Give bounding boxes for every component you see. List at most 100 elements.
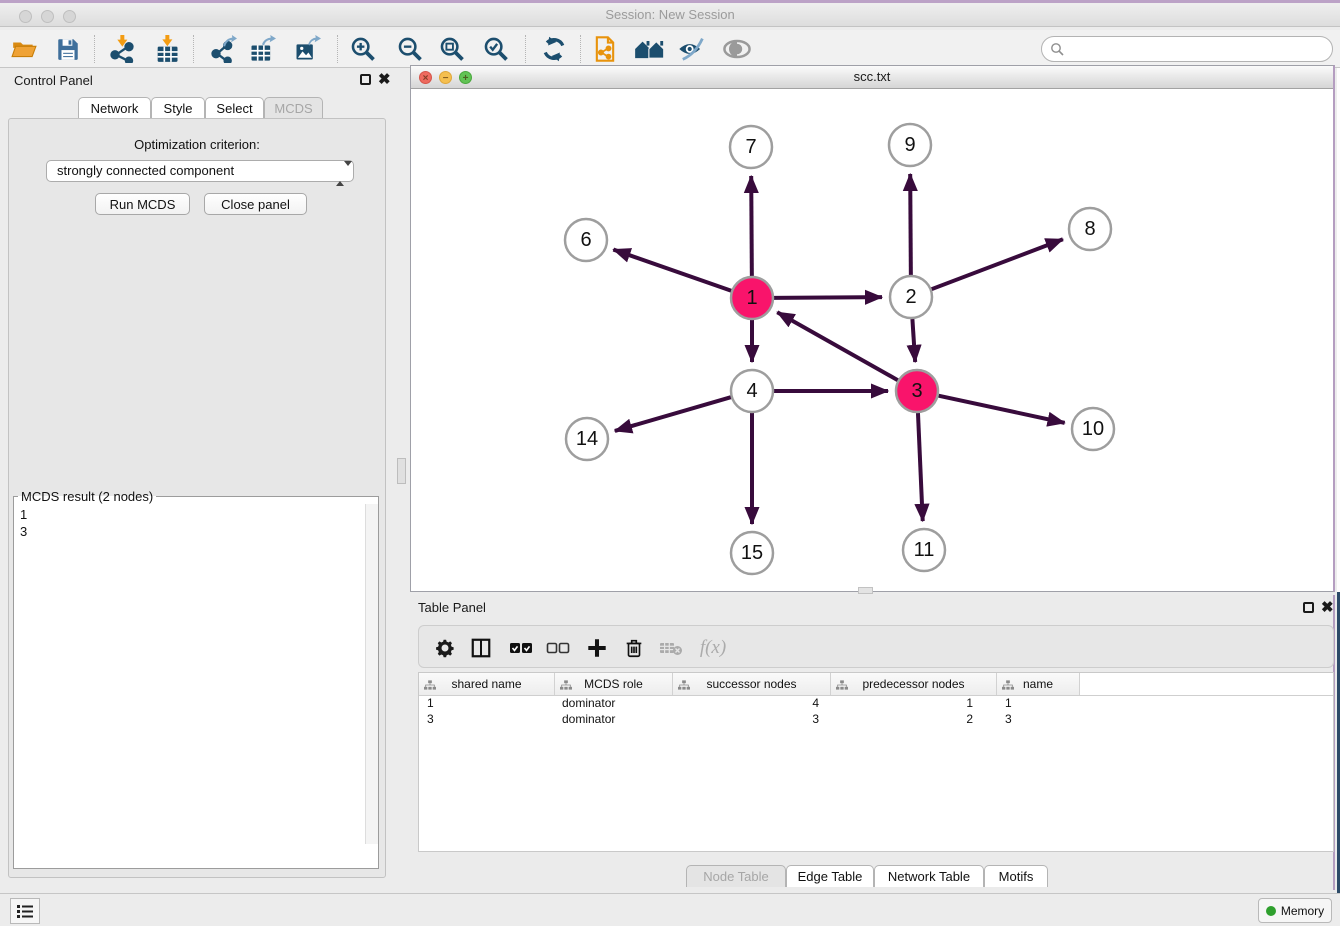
table-header-row: shared nameMCDS rolesuccessor nodesprede… [419, 673, 1333, 696]
graph-node-label-14: 14 [576, 428, 598, 450]
graph-edge-1-6[interactable] [613, 250, 731, 291]
graph-edge-2-3[interactable] [912, 319, 915, 362]
network-minimize-icon[interactable]: − [439, 71, 452, 84]
main-toolbar [0, 30, 1340, 68]
memory-label: Memory [1281, 904, 1324, 918]
column-tree-icon [1002, 679, 1014, 693]
export-table-icon[interactable] [244, 32, 280, 66]
graph-edge-3-10[interactable] [939, 396, 1065, 423]
tab-motifs[interactable]: Motifs [984, 865, 1048, 887]
run-mcds-button[interactable]: Run MCDS [95, 193, 190, 215]
column-header-name[interactable]: name [997, 673, 1080, 695]
close-table-icon[interactable]: ✖ [1321, 602, 1334, 613]
result-scrollbar[interactable] [365, 504, 378, 844]
graph-edge-2-8[interactable] [932, 239, 1063, 289]
graph-edge-1-2[interactable] [774, 297, 882, 298]
import-table-icon[interactable] [149, 32, 185, 66]
mcds-result-item: 3 [20, 523, 364, 540]
horizontal-splitter-handle[interactable] [858, 587, 873, 594]
refresh-view-icon[interactable] [536, 32, 572, 66]
column-header-shared-name[interactable]: shared name [419, 673, 555, 695]
tab-style[interactable]: Style [151, 97, 205, 119]
save-session-icon[interactable] [50, 32, 86, 66]
delete-column-trash-icon[interactable] [618, 632, 650, 664]
import-network-icon[interactable] [104, 32, 140, 66]
hide-graphics-details-icon[interactable] [674, 32, 710, 66]
column-header-successor-nodes[interactable]: successor nodes [673, 673, 831, 695]
close-panel-icon[interactable]: ✖ [378, 74, 391, 85]
toolbar-separator [193, 35, 194, 63]
graph-node-label-10: 10 [1082, 418, 1104, 440]
table-row[interactable]: 1dominator411 [419, 696, 1333, 712]
control-panel: Control Panel ✖ NetworkStyleSelectMCDS O… [0, 68, 394, 884]
search-input[interactable] [1064, 42, 1332, 57]
tab-node-table[interactable]: Node Table [686, 865, 786, 887]
table-settings-gear-icon[interactable] [429, 632, 461, 664]
function-builder-icon[interactable]: f(x) [693, 632, 733, 664]
search-field[interactable] [1041, 36, 1333, 62]
table-panel-title: Table Panel [418, 600, 486, 615]
table-toolbar: f(x) [418, 625, 1334, 668]
session-title: Session: New Session [0, 3, 1340, 27]
export-image-icon[interactable] [289, 32, 325, 66]
network-file-icon[interactable] [587, 32, 623, 66]
network-view-window: × − + scc.txt 7968124314101511 [410, 65, 1335, 592]
zoom-selected-icon[interactable] [478, 32, 514, 66]
tab-network-table[interactable]: Network Table [874, 865, 984, 887]
table-row[interactable]: 3dominator323 [419, 712, 1333, 728]
network-close-icon[interactable]: × [419, 71, 432, 84]
float-panel-icon[interactable] [360, 74, 371, 85]
mcds-result-list: 13 [14, 504, 364, 844]
tab-network[interactable]: Network [78, 97, 151, 119]
cell-predecessor-nodes: 1 [831, 696, 997, 712]
float-table-icon[interactable] [1303, 602, 1314, 613]
network-window-titlebar: × − + scc.txt [411, 66, 1333, 89]
delete-table-icon[interactable] [655, 632, 687, 664]
select-all-icon[interactable] [505, 632, 537, 664]
criterion-select[interactable]: strongly connected component [46, 160, 354, 182]
graph-edge-2-9[interactable] [910, 174, 911, 275]
graph-node-label-6: 6 [580, 229, 591, 251]
home-layout-icon[interactable] [632, 32, 668, 66]
toolbar-separator [580, 35, 581, 63]
network-maximize-icon[interactable]: + [459, 71, 472, 84]
graph-edge-3-1[interactable] [777, 312, 898, 380]
toolbar-separator [525, 35, 526, 63]
graph-edge-1-7[interactable] [751, 176, 752, 276]
zoom-fit-icon[interactable] [434, 32, 470, 66]
open-session-icon[interactable] [6, 32, 42, 66]
table-body: 1dominator4113dominator323 [419, 696, 1333, 728]
tab-select[interactable]: Select [205, 97, 264, 119]
window-minimize-icon[interactable] [41, 10, 54, 23]
graph-node-label-1: 1 [746, 287, 757, 309]
control-panel-header: Control Panel ✖ [0, 68, 394, 94]
control-panel-title: Control Panel [14, 73, 93, 88]
cell-successor-nodes: 4 [673, 696, 831, 712]
control-panel-tabs: NetworkStyleSelectMCDS [0, 97, 394, 119]
criterion-value: strongly connected component [57, 163, 234, 178]
memory-button[interactable]: Memory [1258, 898, 1332, 923]
graph-edge-4-14[interactable] [615, 397, 731, 431]
export-network-icon[interactable] [205, 32, 241, 66]
tab-edge-table[interactable]: Edge Table [786, 865, 874, 887]
automation-panel-icon[interactable] [10, 898, 40, 924]
toolbar-separator [337, 35, 338, 63]
column-header-mcds-role[interactable]: MCDS role [555, 673, 673, 695]
column-header-predecessor-nodes[interactable]: predecessor nodes [831, 673, 997, 695]
network-canvas[interactable]: 7968124314101511 [411, 89, 1332, 590]
create-column-plus-icon[interactable] [581, 632, 613, 664]
cell-mcds-role: dominator [555, 696, 673, 712]
graph-node-label-15: 15 [741, 542, 763, 564]
window-close-icon[interactable] [19, 10, 32, 23]
deselect-all-icon[interactable] [542, 632, 574, 664]
splitter-handle[interactable] [397, 458, 406, 484]
mcds-result-title: MCDS result (2 nodes) [18, 489, 156, 504]
column-tree-icon [560, 679, 572, 693]
zoom-in-icon[interactable] [345, 32, 381, 66]
show-column-icon[interactable] [465, 632, 497, 664]
window-zoom-icon[interactable] [63, 10, 76, 23]
close-panel-button[interactable]: Close panel [204, 193, 307, 215]
graph-edge-3-11[interactable] [918, 413, 923, 521]
zoom-out-icon[interactable] [392, 32, 428, 66]
birds-eye-view-icon[interactable] [719, 32, 755, 66]
